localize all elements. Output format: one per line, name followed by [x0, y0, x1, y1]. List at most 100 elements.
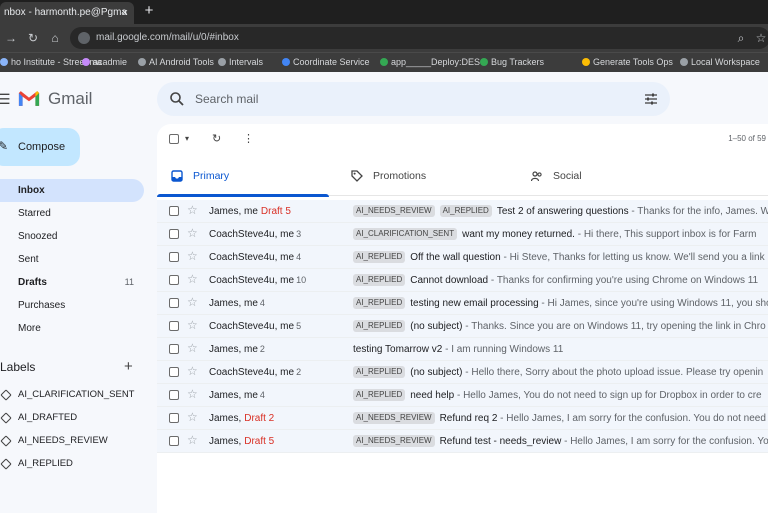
email-checkbox[interactable] — [169, 321, 179, 331]
email-checkbox[interactable] — [169, 436, 179, 446]
bookmark-label: Generate Tools Ops — [593, 57, 673, 67]
search-input[interactable]: Search mail — [195, 82, 258, 116]
thread-count: 4 — [259, 298, 265, 308]
star-icon[interactable]: ☆ — [187, 203, 198, 217]
email-row[interactable]: ☆ James, me 2 testing Tomarrow v2 - I am ru… — [157, 338, 768, 361]
star-icon[interactable]: ☆ — [187, 295, 198, 309]
thread-count: 2 — [296, 367, 302, 377]
tab-primary[interactable]: Primary — [157, 160, 341, 197]
star-icon[interactable]: ☆ — [187, 433, 198, 447]
email-checkbox[interactable] — [169, 344, 179, 354]
email-checkbox[interactable] — [169, 252, 179, 262]
star-icon[interactable]: ☆ — [187, 249, 198, 263]
compose-button[interactable]: ✎ Compose — [0, 128, 80, 166]
email-row[interactable]: ☆ James, me Draft 5 AI_NEEDS_REVIEW AI_REPLI… — [157, 200, 768, 223]
bookmark-item[interactable]: Generate Tools Ops — [582, 53, 673, 72]
email-row[interactable]: ☆ CoachSteve4u, me 2 AI_REPLIED (no subject)… — [157, 361, 768, 384]
bookmark-star-icon[interactable]: ☆ — [752, 29, 768, 47]
home-icon[interactable]: ⌂ — [46, 29, 64, 47]
sidebar-item-label: Starred — [18, 208, 51, 219]
search-bar[interactable]: Search mail — [157, 82, 670, 116]
labels-heading: Labels — [0, 360, 36, 374]
thread-count: 4 — [296, 252, 302, 262]
bookmark-favicon-icon — [582, 58, 590, 66]
bookmark-label: Intervals — [229, 57, 264, 67]
email-content: AI_NEEDS_REVIEW Refund test - needs_revie… — [353, 430, 768, 452]
bookmark-item[interactable]: Local Workspace — [680, 53, 760, 72]
bookmark-item[interactable]: acadmie — [82, 53, 127, 72]
email-checkbox[interactable] — [169, 229, 179, 239]
email-row[interactable]: ☆ CoachSteve4u, me 3 AI_CLARIFICATION_SENT w… — [157, 223, 768, 246]
reload-icon[interactable]: ↻ — [24, 29, 42, 47]
thread-count: 2 — [259, 344, 265, 354]
label-icon — [0, 412, 12, 424]
forward-icon[interactable]: → — [2, 29, 20, 47]
main-menu-icon[interactable]: ☰ — [0, 92, 11, 106]
email-row[interactable]: ☆ James, me 4 AI_REPLIED testing new email p… — [157, 292, 768, 315]
email-row[interactable]: ☆ CoachSteve4u, me 5 AI_REPLIED (no subject)… — [157, 315, 768, 338]
zoom-icon[interactable]: ⌕ — [732, 29, 750, 47]
tab-social[interactable]: Social — [531, 160, 701, 196]
bookmark-item[interactable]: Bug Trackers — [480, 53, 544, 72]
browser-tab-strip: nbox - harmonth.pe@Pgma × + — [0, 0, 768, 24]
star-icon[interactable]: ☆ — [187, 226, 198, 240]
star-icon[interactable]: ☆ — [187, 410, 198, 424]
bookmark-favicon-icon — [380, 58, 388, 66]
site-info-icon[interactable] — [78, 32, 90, 44]
email-checkbox[interactable] — [169, 390, 179, 400]
label-item[interactable]: AI_REPLIED — [18, 458, 73, 469]
star-icon[interactable]: ☆ — [187, 387, 198, 401]
label-item[interactable]: AI_DRAFTED — [18, 412, 77, 423]
close-tab-icon[interactable]: × — [122, 2, 128, 24]
email-subject: need help — [410, 390, 455, 401]
add-label-button[interactable]: + — [124, 358, 133, 375]
email-row[interactable]: ☆ CoachSteve4u, me 10 AI_REPLIED Cannot down… — [157, 269, 768, 292]
new-tab-button[interactable]: + — [139, 2, 159, 22]
email-sender: James, me 2 — [209, 338, 349, 360]
email-row[interactable]: ☆ James, Draft 5 AI_NEEDS_REVIEW Refund test… — [157, 430, 768, 453]
bookmark-item[interactable]: app_____Deploy:DES — [380, 53, 480, 72]
email-checkbox[interactable] — [169, 413, 179, 423]
sender-name: CoachSteve4u, me — [209, 367, 295, 378]
email-checkbox[interactable] — [169, 298, 179, 308]
sidebar-item-purchases[interactable]: Purchases — [0, 294, 144, 317]
search-options-icon[interactable] — [644, 92, 658, 106]
browser-tab[interactable]: nbox - harmonth.pe@Pgma × — [0, 2, 134, 24]
star-icon[interactable]: ☆ — [187, 272, 198, 286]
email-row[interactable]: ☆ James, me 4 AI_REPLIED need help - Hello J… — [157, 384, 768, 407]
gmail-wordmark: Gmail — [48, 89, 93, 108]
sender-name: James, me — [209, 344, 258, 355]
address-bar[interactable]: mail.google.com/mail/u/0/#inbox — [70, 27, 768, 49]
sidebar-item-snoozed[interactable]: Snoozed — [0, 225, 144, 248]
sidebar-item-sent[interactable]: Sent — [0, 248, 144, 271]
label-icon — [0, 435, 12, 447]
bookmark-item[interactable]: Intervals — [218, 53, 263, 72]
star-icon[interactable]: ☆ — [187, 341, 198, 355]
email-subject: Refund req 2 — [439, 413, 498, 424]
select-dropdown-icon[interactable]: ▾ — [185, 134, 189, 143]
bookmark-item[interactable]: AI Android Tools — [138, 53, 214, 72]
sidebar-item-inbox[interactable]: Inbox — [0, 179, 144, 202]
bookmark-item[interactable]: Coordinate Service — [282, 53, 370, 72]
sidebar-item-more[interactable]: More — [0, 317, 144, 340]
label-item[interactable]: AI_NEEDS_REVIEW — [18, 435, 108, 446]
star-icon[interactable]: ☆ — [187, 318, 198, 332]
label-badge: AI_NEEDS_REVIEW — [353, 435, 435, 447]
select-all-checkbox[interactable] — [169, 134, 179, 144]
sidebar-item-starred[interactable]: Starred — [0, 202, 144, 225]
email-checkbox[interactable] — [169, 367, 179, 377]
tab-promotions[interactable]: Promotions — [351, 160, 521, 196]
label-badge: AI_CLARIFICATION_SENT — [353, 228, 458, 240]
email-row[interactable]: ☆ CoachSteve4u, me 4 AI_REPLIED Off the wall… — [157, 246, 768, 269]
refresh-icon[interactable]: ↻ — [212, 132, 221, 145]
email-checkbox[interactable] — [169, 206, 179, 216]
email-checkbox[interactable] — [169, 275, 179, 285]
email-row[interactable]: ☆ James, Draft 2 AI_NEEDS_REVIEW Refund req … — [157, 407, 768, 430]
sidebar-item-drafts[interactable]: Drafts 11 — [0, 271, 144, 294]
more-options-icon[interactable]: ⋮ — [243, 132, 254, 145]
search-icon[interactable] — [169, 91, 185, 107]
label-badge: AI_REPLIED — [353, 251, 406, 263]
subject-separator: - — [442, 344, 452, 355]
label-item[interactable]: AI_CLARIFICATION_SENT — [18, 389, 135, 400]
star-icon[interactable]: ☆ — [187, 364, 198, 378]
